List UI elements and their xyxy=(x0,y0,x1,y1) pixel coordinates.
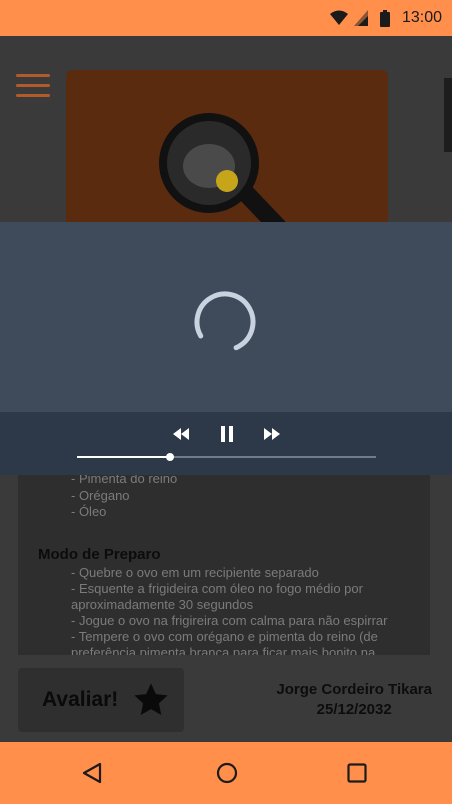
step-line: - Quebre o ovo em um recipiente separado xyxy=(71,565,319,580)
step-line: preferência pimenta branca para ficar ma… xyxy=(71,645,376,655)
player-controls xyxy=(0,412,452,475)
back-icon[interactable] xyxy=(82,762,102,784)
recents-icon[interactable] xyxy=(347,763,367,783)
seek-progress xyxy=(77,456,170,458)
signal-icon xyxy=(354,10,368,26)
status-bar: 13:00 xyxy=(0,0,452,36)
hamburger-icon[interactable] xyxy=(16,74,50,100)
recipe-content: - Pimenta do reino - Orégano - Óleo Modo… xyxy=(18,475,430,655)
step-line: - Tempere o ovo com orégano e pimenta do… xyxy=(71,629,378,644)
step-line: - Jogue o ovo na frigireira com calma pa… xyxy=(71,613,388,628)
ingredient-item: - Óleo xyxy=(71,504,107,519)
star-icon xyxy=(134,683,168,716)
battery-icon xyxy=(380,10,390,27)
seek-thumb[interactable] xyxy=(165,453,174,461)
clock: 13:00 xyxy=(401,9,442,26)
recipe-date: 25/12/2032 xyxy=(316,701,392,718)
rate-button-label: Avaliar! xyxy=(42,688,119,711)
author-info: Jorge Cordeiro Tikara 25/12/2032 xyxy=(276,680,432,720)
navigation-bar xyxy=(0,742,452,804)
scrollbar[interactable] xyxy=(444,78,452,152)
pause-icon[interactable] xyxy=(221,426,233,442)
wifi-icon xyxy=(330,10,348,25)
fast-forward-icon[interactable] xyxy=(264,428,280,440)
frying-pan-icon xyxy=(159,113,290,230)
author-name: Jorge Cordeiro Tikara xyxy=(276,681,432,698)
home-icon[interactable] xyxy=(216,762,238,784)
rate-button[interactable]: Avaliar! xyxy=(18,668,184,732)
ingredient-item: - Orégano xyxy=(71,488,130,503)
recipe-image xyxy=(66,70,388,230)
preparation-heading: Modo de Preparo xyxy=(38,546,161,563)
step-line: aproximadamente 30 segundos xyxy=(71,597,254,612)
rewind-icon[interactable] xyxy=(173,428,189,440)
step-line: - Esquente a frigideira com óleo no fogo… xyxy=(71,581,363,596)
loading-spinner xyxy=(194,291,256,353)
ingredient-item: - Pimenta do reino xyxy=(71,475,178,486)
